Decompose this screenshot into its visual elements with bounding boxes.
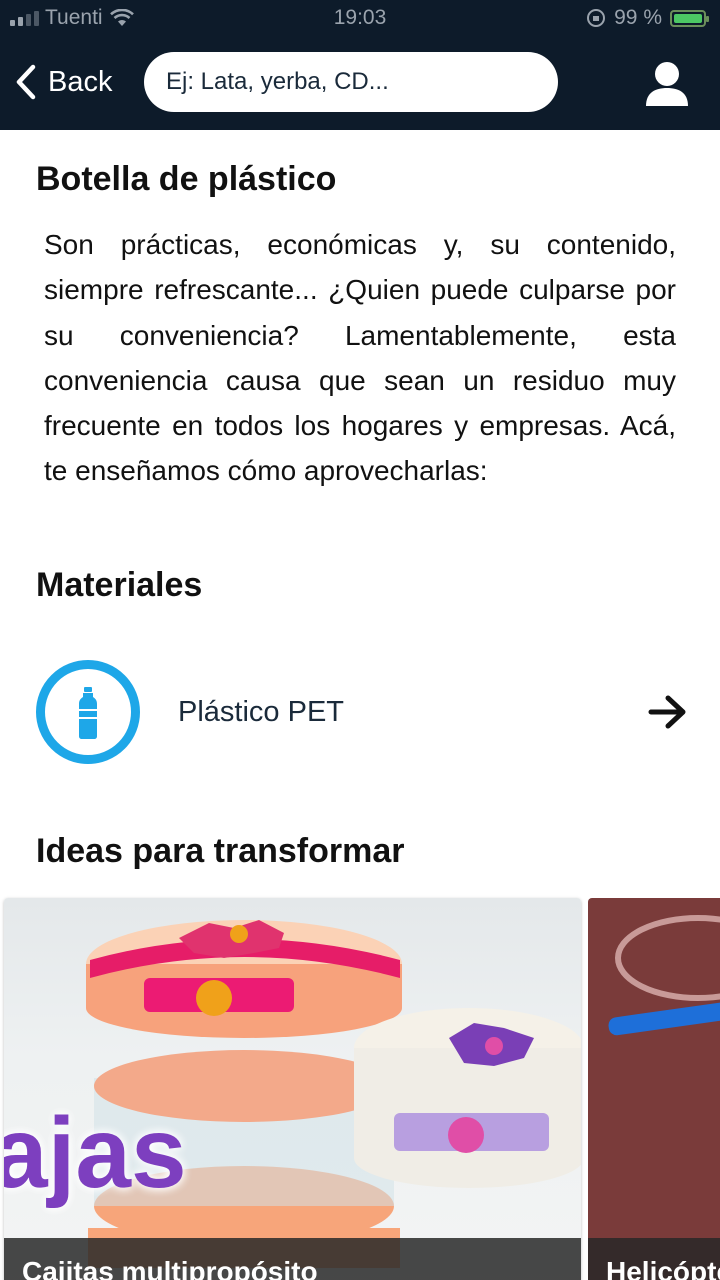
idea-card-helicoptero[interactable]: Helicóptero <box>588 898 720 1280</box>
nav-bar: Back <box>0 36 720 130</box>
card-image-boxes <box>86 920 581 1268</box>
status-right: 99 % <box>586 6 709 30</box>
card-title: Helicóptero <box>588 1238 720 1280</box>
search-input[interactable] <box>144 52 558 112</box>
orientation-lock-icon <box>587 9 606 27</box>
material-item-plastico-pet[interactable]: Plástico PET <box>36 658 690 768</box>
bottle-glyph <box>79 687 97 739</box>
page-description: Son prácticas, económicas y, su contenid… <box>44 229 676 487</box>
battery-level <box>674 13 702 23</box>
back-button[interactable]: Back <box>14 62 112 102</box>
status-bar: Tuenti 19:03 99 % <box>0 0 720 36</box>
card-image-helicopter <box>608 915 720 1036</box>
chevron-left-icon <box>16 64 36 100</box>
user-profile-icon[interactable] <box>640 60 694 110</box>
plastic-bottle-icon <box>36 660 140 764</box>
card-overlay-text: ajas <box>4 1097 187 1209</box>
arrow-right-icon <box>648 695 686 729</box>
back-label: Back <box>48 65 113 98</box>
materials-heading: Materiales <box>36 566 203 604</box>
ideas-heading: Ideas para transformar <box>36 832 405 870</box>
idea-card-cajitas[interactable]: ajas Cajitas multipropósito <box>4 898 581 1280</box>
material-label: Plástico PET <box>178 696 344 728</box>
card-title: Cajitas multipropósito <box>4 1238 581 1280</box>
page-title: Botella de plástico <box>36 160 337 198</box>
battery-icon <box>670 9 709 27</box>
battery-percent: 99 % <box>614 6 662 29</box>
